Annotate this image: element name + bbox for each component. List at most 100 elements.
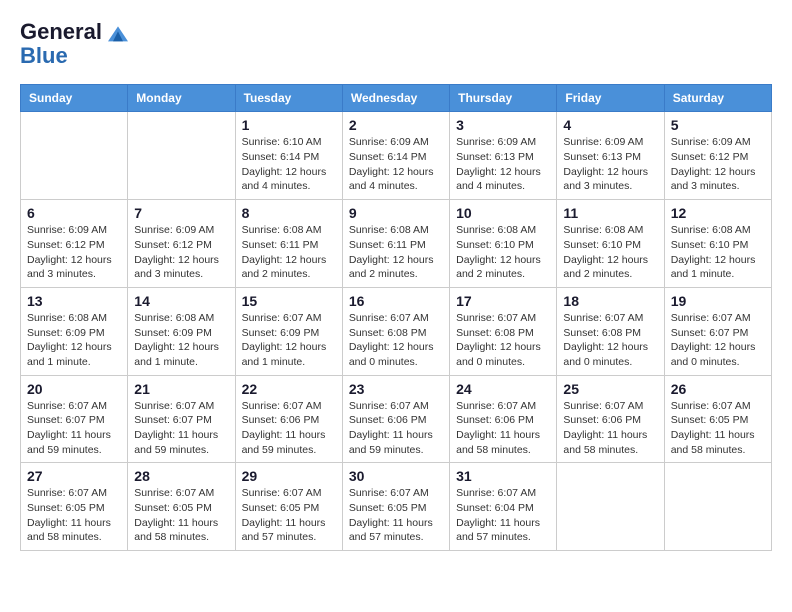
day-info: Sunrise: 6:07 AM Sunset: 6:06 PM Dayligh… — [349, 399, 443, 458]
day-number: 4 — [563, 117, 657, 133]
day-number: 17 — [456, 293, 550, 309]
day-header-friday: Friday — [557, 85, 664, 112]
day-number: 8 — [242, 205, 336, 221]
day-info: Sunrise: 6:09 AM Sunset: 6:13 PM Dayligh… — [456, 135, 550, 194]
day-number: 10 — [456, 205, 550, 221]
day-number: 5 — [671, 117, 765, 133]
calendar-cell: 7 Sunrise: 6:09 AM Sunset: 6:12 PM Daylig… — [128, 200, 235, 288]
day-info: Sunrise: 6:07 AM Sunset: 6:05 PM Dayligh… — [134, 486, 228, 545]
day-number: 26 — [671, 381, 765, 397]
day-number: 20 — [27, 381, 121, 397]
calendar-cell: 9 Sunrise: 6:08 AM Sunset: 6:11 PM Daylig… — [342, 200, 449, 288]
calendar-cell: 27 Sunrise: 6:07 AM Sunset: 6:05 PM Dayli… — [21, 463, 128, 551]
day-number: 13 — [27, 293, 121, 309]
calendar-cell — [128, 112, 235, 200]
calendar-cell: 6Sunrise: 6:09 AM Sunset: 6:12 PM Daylig… — [21, 200, 128, 288]
day-number: 9 — [349, 205, 443, 221]
calendar-cell: 15 Sunrise: 6:07 AM Sunset: 6:09 PM Dayli… — [235, 287, 342, 375]
day-number: 22 — [242, 381, 336, 397]
day-number: 7 — [134, 205, 228, 221]
day-info: Sunrise: 6:08 AM Sunset: 6:11 PM Dayligh… — [349, 223, 443, 282]
calendar-week-1: 1Sunrise: 6:10 AM Sunset: 6:14 PM Daylig… — [21, 112, 772, 200]
day-info: Sunrise: 6:09 AM Sunset: 6:13 PM Dayligh… — [563, 135, 657, 194]
calendar-cell: 31 Sunrise: 6:07 AM Sunset: 6:04 PM Dayli… — [450, 463, 557, 551]
calendar-cell: 30Sunrise: 6:07 AM Sunset: 6:05 PM Dayli… — [342, 463, 449, 551]
calendar-cell: 26 Sunrise: 6:07 AM Sunset: 6:05 PM Dayli… — [664, 375, 771, 463]
calendar-cell — [664, 463, 771, 551]
day-info: Sunrise: 6:07 AM Sunset: 6:04 PM Dayligh… — [456, 486, 550, 545]
day-info: Sunrise: 6:07 AM Sunset: 6:08 PM Dayligh… — [456, 311, 550, 370]
day-number: 1 — [242, 117, 336, 133]
calendar-week-4: 20 Sunrise: 6:07 AM Sunset: 6:07 PM Dayli… — [21, 375, 772, 463]
calendar-cell: 5 Sunrise: 6:09 AM Sunset: 6:12 PM Daylig… — [664, 112, 771, 200]
day-info: Sunrise: 6:08 AM Sunset: 6:11 PM Dayligh… — [242, 223, 336, 282]
day-info: Sunrise: 6:08 AM Sunset: 6:10 PM Dayligh… — [671, 223, 765, 282]
day-number: 31 — [456, 468, 550, 484]
calendar-cell: 19 Sunrise: 6:07 AM Sunset: 6:07 PM Dayli… — [664, 287, 771, 375]
day-number: 28 — [134, 468, 228, 484]
day-number: 29 — [242, 468, 336, 484]
day-number: 25 — [563, 381, 657, 397]
calendar-cell — [557, 463, 664, 551]
day-info: Sunrise: 6:07 AM Sunset: 6:05 PM Dayligh… — [27, 486, 121, 545]
page-header: GeneralBlue — [20, 20, 772, 68]
day-info: Sunrise: 6:08 AM Sunset: 6:10 PM Dayligh… — [563, 223, 657, 282]
calendar-week-2: 6Sunrise: 6:09 AM Sunset: 6:12 PM Daylig… — [21, 200, 772, 288]
day-number: 12 — [671, 205, 765, 221]
calendar-cell: 14 Sunrise: 6:08 AM Sunset: 6:09 PM Dayli… — [128, 287, 235, 375]
calendar-cell: 21 Sunrise: 6:07 AM Sunset: 6:07 PM Dayli… — [128, 375, 235, 463]
day-number: 15 — [242, 293, 336, 309]
calendar-cell: 18 Sunrise: 6:07 AM Sunset: 6:08 PM Dayli… — [557, 287, 664, 375]
day-info: Sunrise: 6:07 AM Sunset: 6:06 PM Dayligh… — [456, 399, 550, 458]
calendar-cell: 10 Sunrise: 6:08 AM Sunset: 6:10 PM Dayli… — [450, 200, 557, 288]
day-number: 27 — [27, 468, 121, 484]
day-number: 21 — [134, 381, 228, 397]
calendar-cell — [21, 112, 128, 200]
day-number: 23 — [349, 381, 443, 397]
calendar-cell: 23 Sunrise: 6:07 AM Sunset: 6:06 PM Dayli… — [342, 375, 449, 463]
logo: GeneralBlue — [20, 20, 132, 68]
day-info: Sunrise: 6:07 AM Sunset: 6:08 PM Dayligh… — [349, 311, 443, 370]
day-header-tuesday: Tuesday — [235, 85, 342, 112]
day-info: Sunrise: 6:09 AM Sunset: 6:12 PM Dayligh… — [134, 223, 228, 282]
calendar-cell: 24 Sunrise: 6:07 AM Sunset: 6:06 PM Dayli… — [450, 375, 557, 463]
day-info: Sunrise: 6:07 AM Sunset: 6:09 PM Dayligh… — [242, 311, 336, 370]
logo-text: GeneralBlue — [20, 20, 132, 68]
calendar-cell: 11 Sunrise: 6:08 AM Sunset: 6:10 PM Dayli… — [557, 200, 664, 288]
day-info: Sunrise: 6:07 AM Sunset: 6:07 PM Dayligh… — [671, 311, 765, 370]
day-info: Sunrise: 6:09 AM Sunset: 6:14 PM Dayligh… — [349, 135, 443, 194]
day-info: Sunrise: 6:08 AM Sunset: 6:09 PM Dayligh… — [134, 311, 228, 370]
day-header-wednesday: Wednesday — [342, 85, 449, 112]
calendar-cell: 25Sunrise: 6:07 AM Sunset: 6:06 PM Dayli… — [557, 375, 664, 463]
day-info: Sunrise: 6:07 AM Sunset: 6:07 PM Dayligh… — [134, 399, 228, 458]
day-number: 24 — [456, 381, 550, 397]
day-header-thursday: Thursday — [450, 85, 557, 112]
day-info: Sunrise: 6:08 AM Sunset: 6:09 PM Dayligh… — [27, 311, 121, 370]
calendar-cell: 16 Sunrise: 6:07 AM Sunset: 6:08 PM Dayli… — [342, 287, 449, 375]
calendar-cell: 28 Sunrise: 6:07 AM Sunset: 6:05 PM Dayli… — [128, 463, 235, 551]
day-info: Sunrise: 6:07 AM Sunset: 6:07 PM Dayligh… — [27, 399, 121, 458]
day-number: 11 — [563, 205, 657, 221]
day-info: Sunrise: 6:07 AM Sunset: 6:08 PM Dayligh… — [563, 311, 657, 370]
calendar-cell: 22 Sunrise: 6:07 AM Sunset: 6:06 PM Dayli… — [235, 375, 342, 463]
calendar-week-5: 27 Sunrise: 6:07 AM Sunset: 6:05 PM Dayli… — [21, 463, 772, 551]
day-number: 19 — [671, 293, 765, 309]
calendar-cell: 17 Sunrise: 6:07 AM Sunset: 6:08 PM Dayli… — [450, 287, 557, 375]
calendar-cell: 4 Sunrise: 6:09 AM Sunset: 6:13 PM Daylig… — [557, 112, 664, 200]
calendar-cell: 29 Sunrise: 6:07 AM Sunset: 6:05 PM Dayli… — [235, 463, 342, 551]
day-info: Sunrise: 6:07 AM Sunset: 6:05 PM Dayligh… — [242, 486, 336, 545]
day-number: 14 — [134, 293, 228, 309]
day-info: Sunrise: 6:07 AM Sunset: 6:05 PM Dayligh… — [671, 399, 765, 458]
day-info: Sunrise: 6:08 AM Sunset: 6:10 PM Dayligh… — [456, 223, 550, 282]
calendar-cell: 1Sunrise: 6:10 AM Sunset: 6:14 PM Daylig… — [235, 112, 342, 200]
day-number: 3 — [456, 117, 550, 133]
day-number: 30 — [349, 468, 443, 484]
day-number: 18 — [563, 293, 657, 309]
day-number: 16 — [349, 293, 443, 309]
day-info: Sunrise: 6:09 AM Sunset: 6:12 PM Dayligh… — [671, 135, 765, 194]
day-header-monday: Monday — [128, 85, 235, 112]
calendar-table: SundayMondayTuesdayWednesdayThursdayFrid… — [20, 84, 772, 551]
day-info: Sunrise: 6:07 AM Sunset: 6:06 PM Dayligh… — [242, 399, 336, 458]
calendar-cell: 2Sunrise: 6:09 AM Sunset: 6:14 PM Daylig… — [342, 112, 449, 200]
calendar-cell: 13 Sunrise: 6:08 AM Sunset: 6:09 PM Dayli… — [21, 287, 128, 375]
